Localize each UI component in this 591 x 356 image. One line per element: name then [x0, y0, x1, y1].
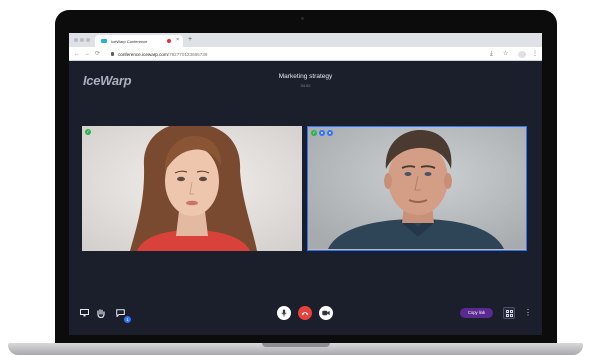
participant-video-2-active-speaker[interactable]: ✓ ● ● — [307, 126, 527, 251]
recording-indicator-icon — [167, 39, 171, 43]
webcam — [301, 17, 304, 20]
grid-layout-button[interactable] — [503, 307, 515, 319]
lock-icon — [111, 52, 114, 56]
participant-1-image — [82, 126, 302, 251]
video-camera-icon — [322, 310, 330, 316]
window-maximize-dot[interactable] — [86, 38, 90, 42]
raise-hand-icon[interactable] — [95, 307, 107, 319]
reload-icon[interactable]: ⟳ — [95, 50, 100, 58]
participant-2-image — [308, 127, 526, 249]
screen: IceWarp Conference × + ← → ⟳ conference.… — [69, 33, 542, 335]
browser-toolbar: ← → ⟳ conference.icewarp.com/78277012366… — [69, 47, 542, 61]
grid-cell-icon — [509, 313, 513, 317]
meeting-timer: 34:52 — [300, 83, 311, 88]
camera-button[interactable] — [319, 306, 333, 320]
grid-cell-icon — [509, 309, 513, 313]
new-tab-button[interactable]: + — [188, 35, 192, 45]
screen-share-icon[interactable] — [78, 307, 90, 319]
browser-tab[interactable]: IceWarp Conference × — [95, 35, 183, 47]
grid-cell-icon — [505, 309, 509, 313]
participant-video-1[interactable]: ✓ — [82, 126, 302, 251]
icewarp-favicon-icon — [101, 39, 107, 43]
forward-icon[interactable]: → — [84, 50, 90, 58]
meeting-title: Marketing strategy — [278, 73, 333, 80]
tab-title: IceWarp Conference — [111, 38, 148, 44]
tab-close-icon[interactable]: × — [176, 37, 179, 43]
microphone-button[interactable] — [277, 306, 291, 320]
participant-2-video-icon: ● — [327, 130, 333, 136]
more-options-icon[interactable]: ⋮ — [524, 307, 532, 319]
window-close-dot[interactable] — [74, 38, 78, 42]
grid-cell-icon — [505, 313, 509, 317]
participant-2-status-icon: ✓ — [311, 130, 317, 136]
back-icon[interactable]: ← — [74, 50, 80, 58]
url-path: /782770123665739 — [167, 51, 208, 57]
download-icon[interactable]: ⤓ — [490, 50, 493, 58]
microphone-icon — [281, 309, 287, 317]
copy-link-button[interactable]: Copy link — [460, 308, 493, 318]
laptop-hinge-notch — [262, 343, 330, 347]
laptop-frame: IceWarp Conference × + ← → ⟳ conference.… — [0, 0, 591, 356]
bookmark-star-icon[interactable]: ☆ — [503, 50, 508, 58]
participant-2-audio-icon: ● — [319, 130, 325, 136]
chat-unread-badge: 1 — [124, 316, 131, 323]
profile-avatar[interactable] — [518, 51, 526, 58]
phone-hangup-icon — [301, 311, 309, 315]
address-bar[interactable]: conference.icewarp.com/782770123665739 — [107, 49, 499, 59]
browser-tab-bar: IceWarp Conference × + — [69, 33, 542, 47]
hang-up-button[interactable] — [298, 306, 312, 320]
url-host: conference.icewarp.com — [118, 51, 168, 57]
participant-1-status-icon: ✓ — [85, 129, 91, 135]
browser-menu-icon[interactable]: ⋮ — [532, 50, 538, 58]
window-minimize-dot[interactable] — [80, 38, 84, 42]
url-text: conference.icewarp.com/782770123665739 — [118, 52, 207, 57]
